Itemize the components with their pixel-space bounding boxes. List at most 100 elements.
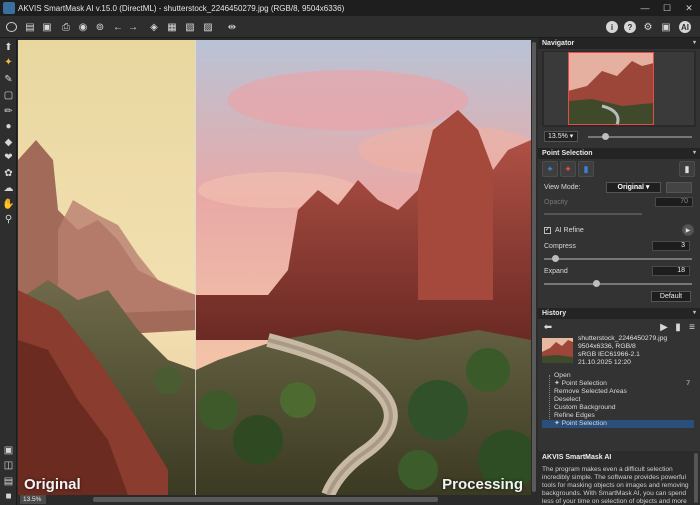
history-title: History <box>542 310 567 317</box>
remove-point-icon[interactable]: ✦ <box>560 161 576 177</box>
zoom-indicator[interactable]: 13.5% <box>20 495 46 504</box>
view-compare-icon[interactable]: ▤ <box>2 475 15 488</box>
history-menu-icon[interactable]: ≡ <box>684 321 700 333</box>
trash-icon[interactable]: ▮ <box>679 161 695 177</box>
refine-icon[interactable]: ☁ <box>2 182 15 195</box>
minimize-button[interactable]: — <box>634 0 656 16</box>
title-bar: AKVIS SmartMask AI v.15.0 (DirectML) - s… <box>0 0 700 16</box>
navigator-title: Navigator <box>542 40 575 47</box>
lasso-icon[interactable]: ✏ <box>2 105 15 118</box>
brush-icon[interactable]: ❤ <box>2 151 15 164</box>
about-panel: AKVIS SmartMask AI The program makes eve… <box>538 451 700 505</box>
processing-label: Processing <box>442 476 523 493</box>
window-title: AKVIS SmartMask AI v.15.0 (DirectML) - s… <box>18 3 345 13</box>
zoom-icon[interactable]: ⚲ <box>2 213 15 226</box>
expand-label: Expand <box>544 268 568 275</box>
info-icon[interactable]: i <box>604 19 620 35</box>
ai-refine-run-icon[interactable]: ▶ <box>682 224 694 236</box>
default-button[interactable]: Default <box>651 291 691 302</box>
mask-icon[interactable]: ▧ <box>182 19 198 35</box>
point-selection-header[interactable]: Point Selection ▾ <box>538 148 700 159</box>
home-icon[interactable] <box>3 19 19 35</box>
quick-selection-icon[interactable]: ✎ <box>2 73 15 86</box>
compress-label: Compress <box>544 243 576 250</box>
close-button[interactable]: ✕ <box>678 0 700 16</box>
view-split-icon[interactable]: ◫ <box>2 459 15 472</box>
file-date: 21.10.2025 12:20 <box>578 359 631 366</box>
save-file-icon[interactable]: ▣ <box>39 19 55 35</box>
history-back-icon[interactable]: ⬅ <box>540 321 556 333</box>
undo-icon[interactable]: ← <box>110 19 126 35</box>
compare-icon[interactable]: ⇹ <box>224 19 240 35</box>
history-header[interactable]: History ▾ <box>538 308 700 319</box>
split-divider[interactable] <box>195 40 196 495</box>
cut-out-icon[interactable]: ▦ <box>164 19 180 35</box>
view-mode-label: View Mode: <box>544 184 581 191</box>
file-dims: 9504x6336, RGB/8 <box>578 343 636 350</box>
file-name: shutterstock_2246450279.jpg <box>578 335 668 342</box>
run-icon[interactable]: ◈ <box>146 19 162 35</box>
point-selection-title: Point Selection <box>542 150 593 157</box>
compress-slider-knob[interactable] <box>552 255 559 262</box>
color-swatch-icon[interactable]: ■ <box>2 490 15 503</box>
point-selection-icon[interactable]: ✦ <box>2 56 15 69</box>
view-single-icon[interactable]: ▣ <box>2 444 15 457</box>
expand-slider-knob[interactable] <box>593 280 600 287</box>
horizontal-scrollbar[interactable] <box>93 497 438 502</box>
maximize-button[interactable]: ☐ <box>656 0 678 16</box>
batch-icon[interactable]: ⊚ <box>92 19 108 35</box>
list-item-selected[interactable]: ✦ Point Selection <box>542 420 694 428</box>
opacity-slider[interactable] <box>544 213 642 215</box>
help-icon[interactable]: ? <box>622 19 638 35</box>
compress-field[interactable]: 3 <box>652 241 690 251</box>
drop-icon[interactable]: ● <box>2 120 15 133</box>
expand-slider[interactable] <box>544 283 692 285</box>
list-item[interactable]: ✦ Point Selection 7 <box>542 380 694 388</box>
rect-selection-icon[interactable]: ▢ <box>2 89 15 102</box>
expand-field[interactable]: 18 <box>652 266 690 276</box>
about-title: AKVIS SmartMask AI <box>542 454 612 461</box>
landscape-image <box>18 40 531 495</box>
settings-gear-icon[interactable]: ⚙ <box>640 19 656 35</box>
print-icon[interactable]: ⎙ <box>58 19 74 35</box>
magic-brush-icon[interactable]: ✿ <box>2 167 15 180</box>
history-thumbnail[interactable] <box>542 338 573 363</box>
redo-icon[interactable]: → <box>125 19 141 35</box>
auto-select-icon[interactable]: ⬆ <box>2 41 15 54</box>
hand-icon[interactable]: ✋ <box>2 198 15 211</box>
ai-icon[interactable]: AI <box>677 19 693 35</box>
zoom-select[interactable]: 13.5% ▾ <box>544 131 578 142</box>
list-item[interactable]: Deselect <box>542 396 692 404</box>
navigator-thumbnail[interactable] <box>542 51 696 127</box>
compress-slider[interactable] <box>544 258 692 260</box>
left-toolbar: ⬆ ✦ ✎ ▢ ✏ ● ◆ ❤ ✿ ☁ ✋ ⚲ ▣ ◫ ▤ ■ <box>0 39 17 505</box>
list-item[interactable]: Custom Background <box>542 404 692 412</box>
ai-refine-label: AI Refine <box>555 227 584 234</box>
overlay-color-swatch[interactable] <box>666 182 692 193</box>
view-mode-select[interactable]: Original ▾ <box>606 182 661 193</box>
ai-refine-checkbox[interactable]: ✓ <box>544 227 551 234</box>
vertical-scrollbar[interactable] <box>531 40 537 495</box>
history-file-info: shutterstock_2246450279.jpg 9504x6336, R… <box>578 335 667 367</box>
share-icon[interactable]: ◉ <box>75 19 91 35</box>
navigator-header[interactable]: Navigator ▾ <box>538 38 700 49</box>
opacity-field[interactable]: 70 <box>655 197 693 207</box>
file-profile: sRGB IEC61966-2.1 <box>578 351 640 358</box>
open-file-icon[interactable]: ▤ <box>22 19 38 35</box>
about-scrollbar[interactable] <box>694 453 698 503</box>
status-bar: 13.5% <box>18 495 537 505</box>
pin-icon: ✦ <box>554 380 562 387</box>
main-toolbar: ▤ ▣ ⎙ ◉ ⊚ ← → ◈ ▦ ▧ ▨ ⇹ i ? ⚙ ▣ AI <box>0 16 700 38</box>
eraser-icon[interactable]: ◆ <box>2 136 15 149</box>
zoom-slider-knob[interactable] <box>602 133 609 140</box>
navigator-viewport[interactable] <box>568 52 654 125</box>
list-item[interactable]: Remove Selected Areas <box>542 388 692 396</box>
image-canvas[interactable]: Original Processing <box>18 40 531 495</box>
background-icon[interactable]: ▨ <box>200 19 216 35</box>
keep-point-icon[interactable]: ✦ <box>542 161 558 177</box>
news-icon[interactable]: ▣ <box>658 19 674 35</box>
history-toolbar: ⬅ ▶ ▮ ≡ <box>538 321 700 333</box>
clear-points-icon[interactable]: ▮ <box>578 161 594 177</box>
list-item[interactable]: Open <box>542 372 692 380</box>
list-item[interactable]: Refine Edges <box>542 412 692 420</box>
